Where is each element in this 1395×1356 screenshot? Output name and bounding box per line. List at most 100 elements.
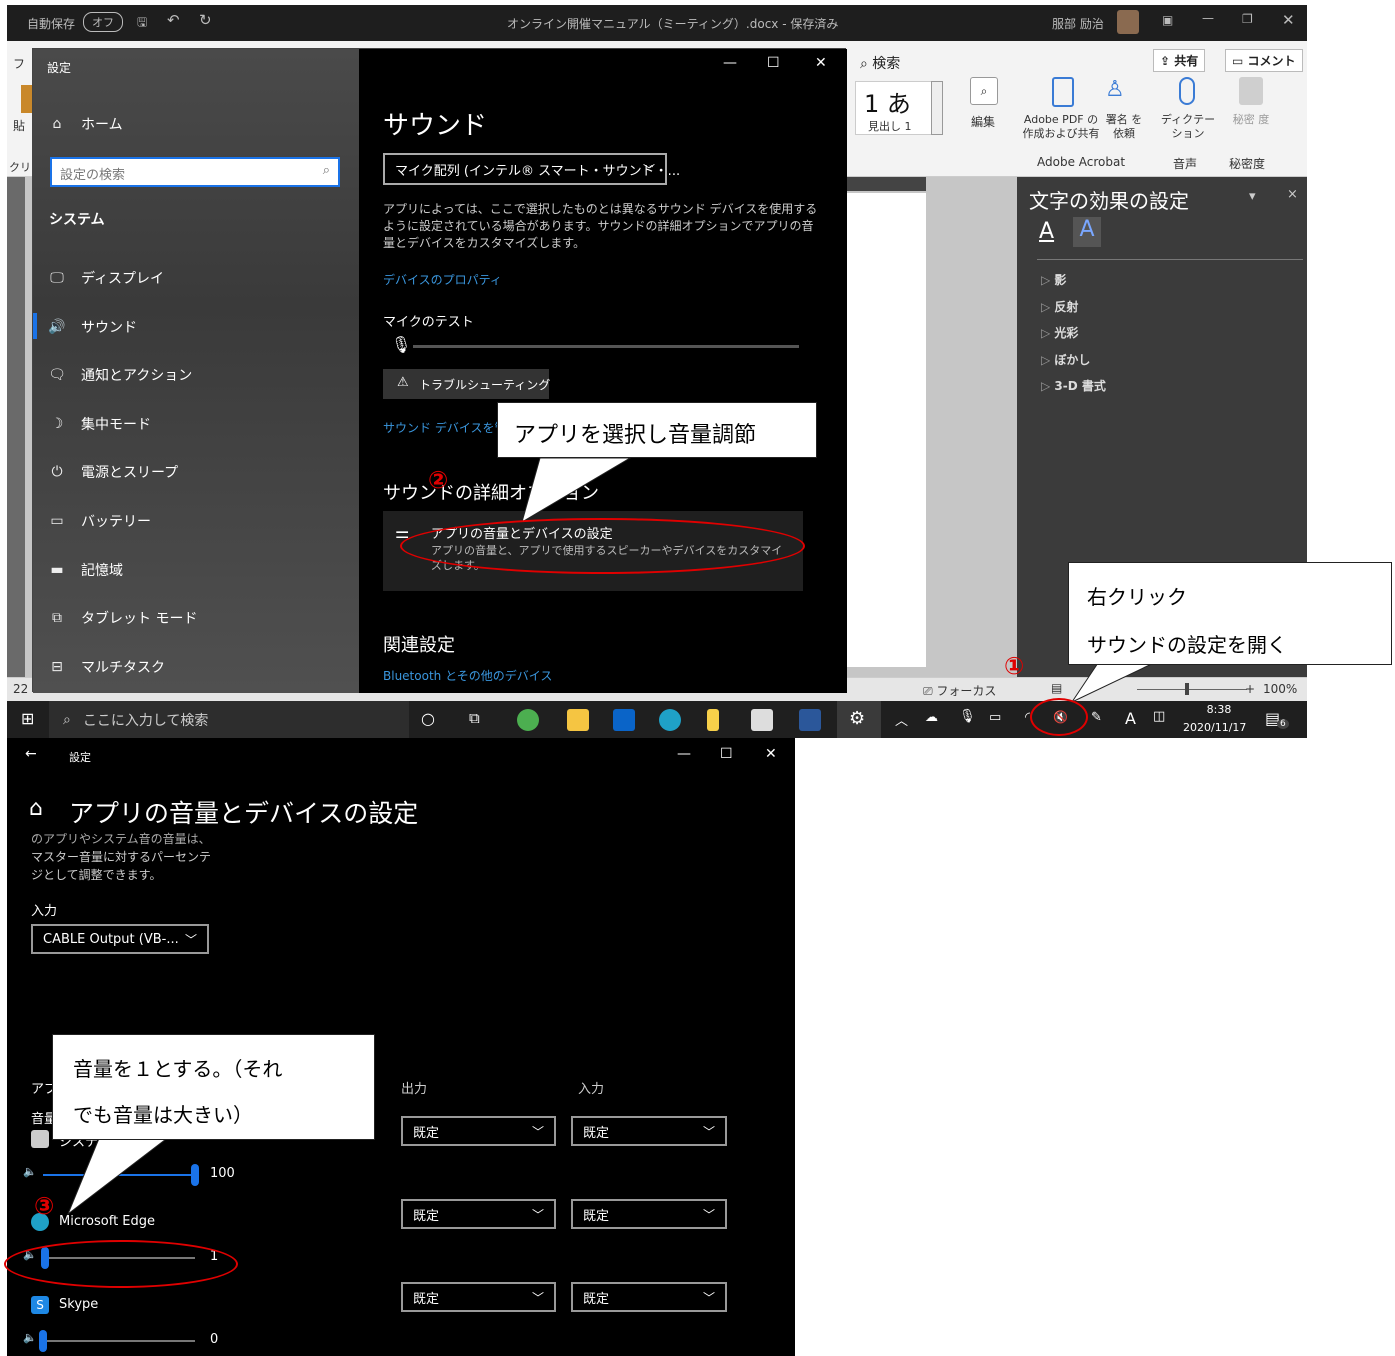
dictate-label[interactable]: ディクテー ション <box>1159 113 1217 141</box>
nav-item[interactable]: 🖵 ディスプレイ <box>47 263 347 293</box>
microphone-icon[interactable] <box>1179 77 1195 105</box>
sound-page: — ☐ ✕ サウンド マイク配列 (インテル® スマート・サウンド・... ﹀ … <box>359 49 847 693</box>
nav-item[interactable]: ⧉ タブレット モード <box>47 603 347 633</box>
pane-section[interactable]: ▷ 反射 <box>1041 298 1078 315</box>
adobe-pdf-label[interactable]: Adobe PDF の 作成および共有 <box>1021 113 1101 141</box>
onedrive-icon[interactable]: ☁ <box>925 710 938 725</box>
output-device-select[interactable]: 既定 ﹀ <box>401 1116 556 1146</box>
sign-icon[interactable]: ♙ <box>1105 77 1135 105</box>
input-device-select[interactable]: マイク配列 (インテル® スマート・サウンド・... ﹀ <box>383 153 680 185</box>
cortana-icon[interactable]: ○ <box>421 709 435 728</box>
calculator-icon[interactable] <box>751 709 773 731</box>
comment-label: コメント <box>1247 54 1296 68</box>
nav-item[interactable]: 🗨 通知とアクション <box>47 360 347 390</box>
volume-value: 0 <box>210 1332 219 1347</box>
zoom-in-icon[interactable]: + <box>1245 682 1255 696</box>
adobe-pdf-icon[interactable] <box>1052 77 1074 107</box>
outlook-icon[interactable] <box>613 709 635 731</box>
save-icon[interactable]: 🖫 <box>137 13 147 34</box>
comment-button[interactable]: ▭ コメント <box>1225 49 1303 72</box>
chrome-icon[interactable] <box>517 709 539 731</box>
sticky-notes-icon[interactable] <box>707 709 719 731</box>
document-page[interactable] <box>842 193 926 667</box>
clock-time[interactable]: 8:38 <box>1197 703 1241 716</box>
output-device-select[interactable]: 既定 ﹀ <box>401 1199 556 1229</box>
restore-icon[interactable]: ❐ <box>1242 12 1253 26</box>
microphone-icon[interactable]: 🎙 <box>959 709 976 724</box>
expand-arrow-icon: ▷ <box>1041 352 1055 367</box>
manage-devices-link[interactable]: サウンド デバイスを管 <box>383 419 506 436</box>
close-icon[interactable]: ✕ <box>815 55 827 71</box>
pane-section[interactable]: ▷ 光彩 <box>1041 324 1078 341</box>
input-device-select[interactable]: 既定 ﹀ <box>571 1282 727 1312</box>
close-icon[interactable]: ✕ <box>1282 11 1295 29</box>
windows-start-icon[interactable]: ⊞ <box>21 709 34 728</box>
task-view-icon[interactable]: ⧉ <box>469 709 480 727</box>
input-device-select[interactable]: 既定 ﹀ <box>571 1199 727 1229</box>
pen-icon[interactable]: ✎ <box>1091 710 1102 725</box>
avatar[interactable] <box>1117 10 1139 34</box>
clock-date[interactable]: 2020/11/17 <box>1183 721 1246 734</box>
troubleshoot-button[interactable]: ⚠ トラブルシューティング <box>383 369 550 399</box>
file-explorer-icon[interactable] <box>567 709 589 731</box>
nav-home[interactable]: ⌂ ホーム <box>47 109 347 139</box>
maximize-icon[interactable]: ☐ <box>720 746 733 762</box>
autosave-toggle[interactable]: オフ <box>83 12 123 32</box>
sensitivity-label[interactable]: 秘密 度 <box>1229 113 1273 127</box>
ime-mode[interactable]: A <box>1125 709 1136 728</box>
nav-item[interactable]: ⏻ 電源とスリープ <box>47 457 347 487</box>
taskbar-search-box[interactable]: ⌕ ここに入力して検索 <box>49 701 409 738</box>
highlight-app-volume <box>400 518 805 574</box>
nav-item[interactable]: 🔊 サウンド <box>47 312 347 342</box>
settings-title: 設定 <box>47 61 72 75</box>
volume-slider-thumb[interactable] <box>39 1330 47 1352</box>
share-button[interactable]: ⇪ 共有 <box>1153 49 1206 72</box>
minimize-icon[interactable]: — <box>677 746 691 762</box>
style-gallery[interactable]: 1 あ 見出し 1 <box>855 81 939 135</box>
pane-section[interactable]: ▷ 影 <box>1041 271 1066 288</box>
text-fill-icon[interactable]: A <box>1039 219 1054 244</box>
focus-button[interactable]: ⎚ フォーカス <box>923 682 996 699</box>
battery-icon[interactable]: ▭ <box>989 710 1001 725</box>
warning-icon: ⚠ <box>397 375 409 390</box>
input-device-value: 既定 <box>583 1208 610 1224</box>
style-scroll[interactable] <box>931 81 943 135</box>
chevron-down-icon: ﹀ <box>531 1207 544 1222</box>
edit-label[interactable]: 編集 <box>971 113 995 130</box>
output-device-select[interactable]: 既定 ﹀ <box>401 1282 556 1312</box>
edge-icon[interactable] <box>659 709 681 731</box>
word-icon[interactable] <box>799 709 821 731</box>
nav-item[interactable]: ⊟ マルチタスク <box>47 652 347 682</box>
style-name: 見出し 1 <box>868 120 912 133</box>
chevron-up-icon[interactable]: ︿ <box>895 710 908 729</box>
maximize-icon[interactable]: ☐ <box>767 55 780 71</box>
pane-menu-icon[interactable]: ▾ <box>1249 189 1256 204</box>
device-properties-link[interactable]: デバイスのプロパティ <box>383 271 502 288</box>
minimize-icon[interactable]: — <box>1202 11 1214 25</box>
bluetooth-link[interactable]: Bluetooth とその他のデバイス <box>383 667 552 684</box>
ime-pad-icon[interactable]: ◫ <box>1153 709 1165 724</box>
back-button[interactable]: ← <box>25 746 37 762</box>
sensitivity-icon[interactable] <box>1239 77 1263 105</box>
undo-icon[interactable]: ↶ <box>167 11 180 29</box>
ribbon-display-icon[interactable]: ▣ <box>1162 13 1173 27</box>
pane-section[interactable]: ▷ ぼかし <box>1041 351 1090 368</box>
redo-icon[interactable]: ↻ <box>199 11 212 29</box>
settings-search-input[interactable]: 設定の検索 ⌕ <box>50 157 340 187</box>
find-icon[interactable]: ⌕ <box>970 77 998 105</box>
nav-item[interactable]: ☽ 集中モード <box>47 409 347 439</box>
close-icon[interactable]: ✕ <box>765 746 777 762</box>
text-effects-icon[interactable]: A <box>1073 217 1101 247</box>
nav-item[interactable]: ▭ バッテリー <box>47 506 347 536</box>
pane-section[interactable]: ▷ 3-D 書式 <box>1041 377 1106 394</box>
pane-close-icon[interactable]: × <box>1287 187 1298 202</box>
sign-label[interactable]: 署名 を依頼 <box>1101 113 1147 141</box>
minimize-icon[interactable]: — <box>723 55 737 71</box>
nav-item[interactable]: ▬ 記憶域 <box>47 555 347 585</box>
volume-slider-track[interactable] <box>43 1340 195 1342</box>
master-input-select[interactable]: CABLE Output (VB-... ﹀ <box>31 924 209 954</box>
multitask-icon: ⊟ <box>51 658 63 675</box>
ribbon-search[interactable]: ⌕ 検索 <box>860 53 900 73</box>
highlight-volume-icon <box>1030 698 1088 736</box>
input-device-select[interactable]: 既定 ﹀ <box>571 1116 727 1146</box>
